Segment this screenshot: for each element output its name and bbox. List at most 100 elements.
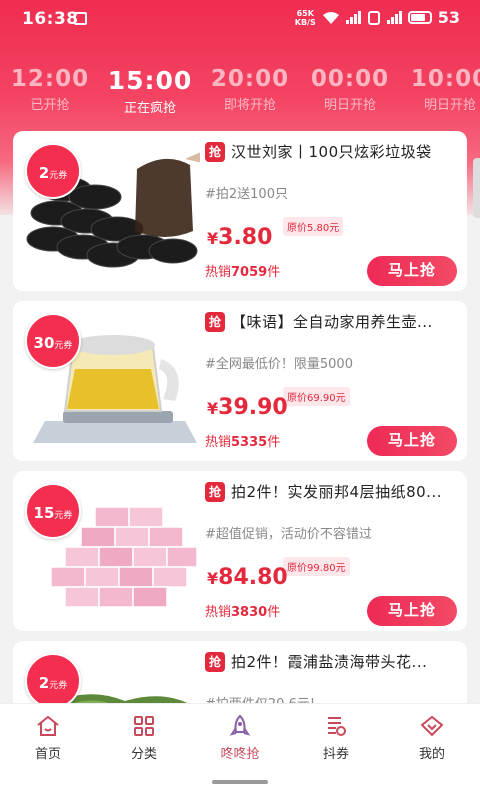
wifi-icon: [322, 11, 339, 24]
sold-count: 热销7059件: [205, 261, 280, 280]
notification-icon: [74, 12, 87, 25]
product-title-row: 抢 汉世刘家丨100只炫彩垃圾袋: [205, 141, 460, 162]
sold-number: 3830: [231, 605, 268, 620]
coupon-unit: 元券: [49, 171, 68, 181]
sale-price: ¥3.80: [207, 225, 272, 250]
buy-now-button[interactable]: 马上抢: [367, 256, 457, 286]
grab-tag: 抢: [205, 481, 225, 502]
tab-label: 抖券: [322, 747, 349, 762]
tab-category[interactable]: 分类: [104, 714, 184, 762]
net-speed-unit: KB/S: [294, 17, 316, 27]
coupon-unit: 元券: [54, 511, 73, 521]
product-promo-tag: #超值促销，活动价不容错过: [205, 527, 372, 542]
session-time: 20:00: [210, 66, 290, 92]
sold-suffix: 件: [267, 435, 281, 450]
original-price: 原价69.90元: [283, 387, 350, 406]
net-speed: 65K KB/S: [295, 9, 316, 27]
battery-icon: [407, 11, 432, 24]
sold-suffix: 件: [267, 605, 281, 620]
coupon-amount: 30: [33, 334, 55, 352]
coupon-badge: 30元券: [25, 313, 81, 369]
sold-count: 热销3830件: [205, 601, 280, 620]
coupon-list-icon: [328, 717, 346, 736]
battery-level: 53: [437, 8, 460, 27]
tab-label: 咚咚抢: [220, 747, 260, 762]
sim-icon: [367, 10, 380, 25]
status-time: 16:38: [22, 9, 79, 29]
price-value: 3.80: [218, 225, 273, 250]
signal-icon-2: [386, 11, 402, 24]
currency-symbol: ¥: [207, 569, 219, 588]
profile-icon: [420, 715, 444, 737]
coupon-unit: 元券: [54, 341, 73, 351]
status-bar: 16:38 65K KB/S 53: [0, 0, 480, 36]
tab-label: 分类: [130, 747, 157, 762]
coupon-badge: 2元券: [25, 143, 81, 199]
session-time: 00:00: [310, 66, 390, 92]
buy-now-button[interactable]: 马上抢: [367, 596, 457, 626]
session-status: 即将开抢: [223, 98, 276, 113]
product-card[interactable]: 15元券 抢 拍2件！实发丽邦4层抽纸80... #超值促销，活动价不容错过 原…: [13, 471, 467, 631]
original-price: 原价5.80元: [283, 217, 344, 236]
coupon-unit: 元券: [49, 681, 68, 691]
product-promo-tag: #全网最低价！限量5000: [205, 357, 353, 372]
bottom-tab-bar: 首页 分类 咚咚抢 抖券 我的: [0, 703, 480, 800]
session-tab-4[interactable]: 00:00 明日开抢: [300, 66, 400, 113]
session-status: 明日开抢: [323, 98, 376, 113]
net-speed-value: 65K: [296, 8, 314, 18]
original-price: 原价99.80元: [283, 557, 350, 576]
coupon-badge: 15元券: [25, 483, 81, 539]
tab-profile[interactable]: 我的: [392, 714, 472, 762]
buy-now-button[interactable]: 马上抢: [367, 426, 457, 456]
sale-price: ¥84.80: [207, 565, 288, 590]
product-title-row: 抢 【味语】全自动家用养生壶...: [205, 311, 460, 332]
home-icon: [37, 715, 59, 736]
session-tab-3[interactable]: 20:00 即将开抢: [200, 66, 300, 113]
product-card[interactable]: 30元券 抢 【味语】全自动家用养生壶... #全网最低价！限量5000 原价6…: [13, 301, 467, 461]
sold-prefix: 热销: [205, 435, 232, 450]
gesture-bar[interactable]: [212, 780, 268, 784]
signal-icon: [345, 11, 361, 24]
tab-coupons[interactable]: 抖券: [296, 714, 376, 762]
product-title-row: 抢 拍2件！实发丽邦4层抽纸80...: [205, 481, 460, 502]
tab-label: 首页: [34, 747, 61, 762]
product-title-row: 抢 拍2件！霞浦盐渍海带头花...: [205, 651, 460, 672]
product-card[interactable]: 2元券 抢 汉世刘家丨100只炫彩垃圾袋 #拍2送100只 原价5.80元 ¥3…: [13, 131, 467, 291]
side-float-handle[interactable]: [473, 158, 480, 218]
price-value: 84.80: [218, 565, 288, 590]
session-time: 12:00: [10, 66, 90, 92]
sold-number: 5335: [231, 435, 268, 450]
product-title: 拍2件！霞浦盐渍海带头花...: [231, 653, 428, 671]
session-tabs: 12:00 已开抢 15:00 正在疯抢 20:00 即将开抢 00:00 明日…: [0, 66, 480, 116]
product-title: 拍2件！实发丽邦4层抽纸80...: [231, 483, 442, 501]
product-promo-tag: #拍2送100只: [205, 187, 288, 202]
sale-price: ¥39.90: [207, 395, 288, 420]
session-time: 10:00: [410, 66, 480, 92]
coupon-amount: 2: [38, 164, 50, 182]
sold-prefix: 热销: [205, 265, 232, 280]
tab-home[interactable]: 首页: [8, 714, 88, 762]
grid-icon: [134, 716, 154, 736]
grab-tag: 抢: [205, 651, 225, 672]
currency-symbol: ¥: [207, 399, 219, 418]
currency-symbol: ¥: [207, 229, 219, 248]
session-status: 明日开抢: [423, 98, 476, 113]
coupon-badge: 2元券: [25, 653, 81, 709]
grab-tag: 抢: [205, 311, 225, 332]
sold-count: 热销5335件: [205, 431, 280, 450]
session-status: 已开抢: [30, 98, 70, 113]
coupon-amount: 2: [38, 674, 50, 692]
rocket-icon: [229, 714, 251, 736]
sold-suffix: 件: [267, 265, 281, 280]
product-title: 汉世刘家丨100只炫彩垃圾袋: [231, 143, 432, 161]
sold-number: 7059: [231, 265, 268, 280]
session-tab-1[interactable]: 12:00 已开抢: [0, 66, 100, 113]
tab-flash-sale[interactable]: 咚咚抢: [200, 714, 280, 762]
session-status: 正在疯抢: [123, 101, 176, 116]
product-title: 【味语】全自动家用养生壶...: [231, 313, 433, 331]
product-card[interactable]: 2元券 抢 拍2件！霞浦盐渍海带头花... #拍两件仅20.6元!: [13, 641, 467, 711]
session-tab-5[interactable]: 10:00 明日开抢: [400, 66, 480, 113]
grab-tag: 抢: [205, 141, 225, 162]
coupon-amount: 15: [33, 504, 55, 522]
session-tab-2[interactable]: 15:00 正在疯抢: [100, 66, 200, 116]
